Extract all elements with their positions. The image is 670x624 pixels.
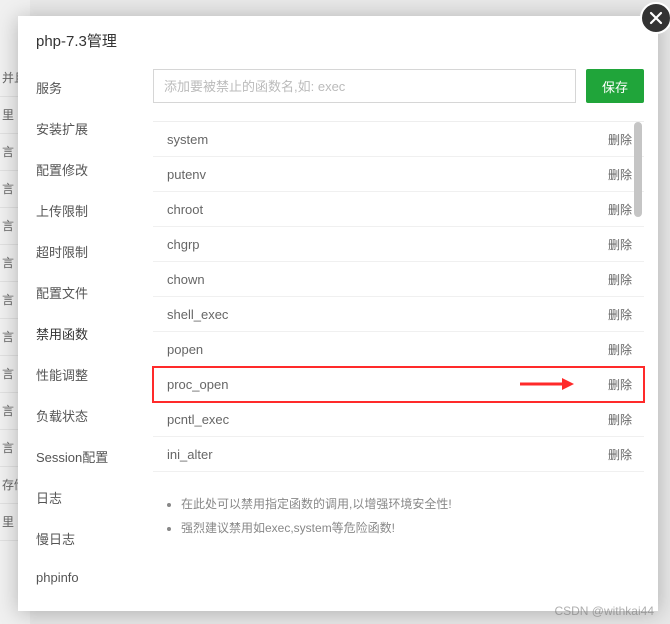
delete-link[interactable]: 删除: [608, 166, 632, 183]
sidebar: 服务安装扩展配置修改上传限制超时限制配置文件禁用函数性能调整负载状态Sessio…: [18, 61, 131, 609]
sidebar-item-8[interactable]: 负载状态: [18, 395, 131, 436]
delete-link[interactable]: 删除: [608, 411, 632, 428]
function-row: chroot 删除: [153, 192, 644, 227]
sidebar-item-12[interactable]: phpinfo: [18, 559, 131, 596]
sidebar-item-11[interactable]: 慢日志: [18, 518, 131, 559]
delete-link[interactable]: 删除: [608, 271, 632, 288]
function-row: chown 删除: [153, 262, 644, 297]
function-row: ini_alter 删除: [153, 437, 644, 472]
save-button[interactable]: 保存: [586, 69, 644, 103]
function-row: putenv 删除: [153, 157, 644, 192]
sidebar-item-1[interactable]: 安装扩展: [18, 108, 131, 149]
delete-link[interactable]: 删除: [608, 306, 632, 323]
function-name: chown: [167, 272, 205, 287]
scrollbar-track[interactable]: [634, 122, 642, 472]
function-name: chroot: [167, 202, 203, 217]
function-name: putenv: [167, 167, 206, 182]
function-list: system删除putenv删除chroot删除chgrp删除chown删除sh…: [153, 121, 644, 472]
function-name-input[interactable]: [153, 69, 576, 103]
add-function-row: 保存: [153, 69, 644, 103]
watermark: CSDN @withkai44: [554, 604, 654, 618]
sidebar-item-2[interactable]: 配置修改: [18, 149, 131, 190]
modal-body: 服务安装扩展配置修改上传限制超时限制配置文件禁用函数性能调整负载状态Sessio…: [18, 61, 658, 609]
close-icon: [649, 11, 663, 25]
sidebar-item-6[interactable]: 禁用函数: [18, 313, 131, 354]
sidebar-item-3[interactable]: 上传限制: [18, 190, 131, 231]
function-name: chgrp: [167, 237, 200, 252]
function-row: pcntl_exec 删除: [153, 402, 644, 437]
sidebar-item-0[interactable]: 服务: [18, 67, 131, 108]
sidebar-item-7[interactable]: 性能调整: [18, 354, 131, 395]
sidebar-item-10[interactable]: 日志: [18, 477, 131, 518]
function-name: ini_alter: [167, 447, 213, 462]
delete-link[interactable]: 删除: [608, 236, 632, 253]
sidebar-item-5[interactable]: 配置文件: [18, 272, 131, 313]
sidebar-item-9[interactable]: Session配置: [18, 436, 131, 477]
delete-link[interactable]: 删除: [608, 341, 632, 358]
highlight-arrow-icon: [518, 375, 574, 393]
modal-title: php-7.3管理: [18, 16, 658, 61]
delete-link[interactable]: 删除: [608, 376, 632, 393]
function-row: chgrp 删除: [153, 227, 644, 262]
delete-link[interactable]: 删除: [608, 131, 632, 148]
tips-list: 在此处可以禁用指定函数的调用,以增强环境安全性!强烈建议禁用如exec,syst…: [153, 492, 644, 540]
function-row: popen 删除: [153, 332, 644, 367]
delete-link[interactable]: 删除: [608, 201, 632, 218]
function-name: system: [167, 132, 208, 147]
function-row: system 删除: [153, 122, 644, 157]
tip-item: 在此处可以禁用指定函数的调用,以增强环境安全性!: [181, 492, 644, 516]
function-name: popen: [167, 342, 203, 357]
sidebar-item-4[interactable]: 超时限制: [18, 231, 131, 272]
function-name: proc_open: [167, 377, 228, 392]
function-row: proc_open 删除: [153, 367, 644, 402]
tip-item: 强烈建议禁用如exec,system等危险函数!: [181, 516, 644, 540]
function-name: pcntl_exec: [167, 412, 229, 427]
php-manager-modal: php-7.3管理 服务安装扩展配置修改上传限制超时限制配置文件禁用函数性能调整…: [18, 16, 658, 611]
function-name: shell_exec: [167, 307, 228, 322]
scrollbar-thumb[interactable]: [634, 122, 642, 217]
close-button[interactable]: [640, 2, 670, 34]
function-row: shell_exec 删除: [153, 297, 644, 332]
main-panel: 保存 system 删除 putenv 删除 chroot 删除 chgrp 删除 chown 删…: [131, 61, 658, 609]
delete-link[interactable]: 删除: [608, 446, 632, 463]
